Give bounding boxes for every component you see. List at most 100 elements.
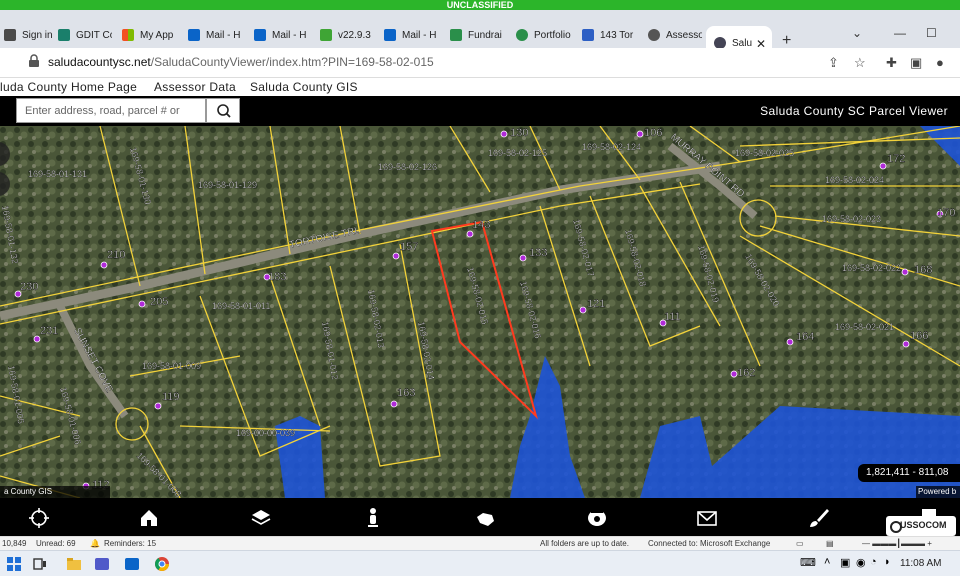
view-reading-icon[interactable]: ▤ [826, 539, 834, 548]
windows-taskbar: ⌨ ˄ ▣ ◉ ◔ ◗ 11:08 AM [0, 550, 960, 576]
parcel-label: 169-58-02-024 [825, 175, 884, 185]
address-label: 133 [529, 247, 547, 259]
url-text[interactable]: saludacountysc.net/SaludaCountyViewer/in… [48, 55, 434, 69]
tab-sign-in[interactable]: Sign in [4, 24, 52, 48]
address-label: 106 [644, 127, 662, 139]
mail-icon[interactable] [696, 507, 718, 529]
address-label: 164 [796, 331, 814, 343]
connection-status: Connected to: Microsoft Exchange [648, 539, 771, 548]
browser-tab-bar: Sign in GDIT Co My App Mail - H Mail - H… [0, 10, 960, 58]
address-label: 162 [737, 367, 755, 379]
address-label: 183 [268, 271, 286, 283]
map-toolbar [0, 498, 960, 536]
search-input[interactable]: Enter address, road, parcel # or [16, 98, 206, 123]
viewer-title: Saluda County SC Parcel Viewer [760, 104, 948, 118]
tab-gdit[interactable]: GDIT Co [58, 24, 112, 48]
globe-icon [648, 29, 660, 42]
url-path: /SaludaCountyViewer/index.htm?PIN=169-58… [150, 55, 434, 69]
tab-portfolio[interactable]: Portfolio [516, 24, 572, 48]
target-icon[interactable] [28, 507, 50, 529]
share-icon[interactable]: ⇪ [828, 55, 839, 71]
person-icon [4, 29, 16, 42]
tray-icon[interactable]: ▣ [840, 556, 850, 569]
parcel-label: 169-58-02-124 [582, 142, 641, 152]
tab-label: GDIT Co [76, 30, 112, 41]
portfolio-icon [516, 29, 528, 42]
coordinate-readout: 1,821,411 - 811,08 [858, 464, 960, 482]
bell-icon: 🔔 [90, 539, 100, 548]
outlook-status-bar: 10,849 Unread: 69 🔔 Reminders: 15 All fo… [0, 536, 960, 550]
gdit-icon [58, 29, 70, 42]
tab-label: Portfolio [534, 30, 571, 41]
keyboard-icon[interactable]: ⌨ [800, 556, 816, 569]
tab-assessor[interactable]: Assesso [648, 24, 702, 48]
extensions-icon[interactable]: ✚ [886, 55, 897, 71]
chrome-icon[interactable] [154, 556, 170, 572]
house-icon [582, 29, 594, 42]
search-icon [217, 104, 231, 118]
tab-fundraiser[interactable]: Fundrai [450, 24, 506, 48]
brush-icon[interactable] [808, 507, 830, 529]
tray-chevron-icon[interactable]: ˄ [824, 556, 830, 568]
outlook-icon[interactable] [124, 556, 140, 572]
tab-mail-1[interactable]: Mail - H [188, 24, 244, 48]
app-icon [320, 29, 332, 42]
sync-status: All folders are up to date. [540, 539, 629, 548]
address-bar[interactable]: saludacountysc.net/SaludaCountyViewer/in… [0, 48, 960, 78]
address-label: 210 [107, 249, 125, 261]
tab-search-icon[interactable]: ⌄ [852, 26, 862, 40]
address-label: 170 [937, 207, 955, 219]
tab-label: My App [140, 30, 174, 41]
plant-icon [450, 29, 462, 42]
windows-start-icon[interactable] [6, 556, 22, 572]
url-host: saludacountysc.net [48, 55, 151, 69]
unread-count: Unread: 69 [36, 539, 76, 548]
star-icon[interactable]: ☆ [854, 55, 866, 71]
layers-icon[interactable] [250, 507, 272, 529]
parcel-map[interactable]: 130 106 172 170 143 157 133 210 183 230 … [0, 126, 960, 498]
tab-143-tortoise[interactable]: 143 Tor [582, 24, 636, 48]
map-canvas[interactable]: 130 106 172 170 143 157 133 210 183 230 … [0, 126, 960, 498]
teams-icon[interactable] [94, 556, 110, 572]
zoom-slider[interactable]: — ▬▬▬┃▬▬▬ + [862, 539, 932, 548]
profile-icon[interactable]: ● [936, 55, 944, 70]
tab-mail-3[interactable]: Mail - H [384, 24, 442, 48]
parcel-label: 169-58-01-011 [212, 301, 270, 311]
tab-my-apps[interactable]: My App [122, 24, 178, 48]
address-label: 172 [887, 153, 905, 165]
system-clock[interactable]: 11:08 AM [900, 558, 942, 569]
person-icon[interactable] [362, 507, 384, 529]
home-icon[interactable] [138, 507, 160, 529]
address-label: 111 [664, 311, 681, 323]
task-view-icon[interactable] [32, 556, 48, 572]
tab-label: Mail - H [272, 30, 307, 41]
view-normal-icon[interactable]: ▭ [796, 539, 804, 548]
address-label: 231 [40, 325, 58, 337]
tab-label: 143 Tor [600, 30, 634, 41]
hand-icon[interactable] [474, 507, 496, 529]
address-label: 230 [20, 281, 38, 293]
tab-label: Assesso [666, 30, 702, 41]
viewer-header: Enter address, road, parcel # or Saluda … [0, 96, 960, 126]
county-gis-link[interactable]: Saluda County GIS [250, 80, 358, 94]
volume-icon[interactable]: ◗ [884, 556, 891, 568]
home-page-link[interactable]: luda County Home Page [0, 80, 137, 94]
lake-water [640, 406, 960, 498]
maximize-button[interactable]: ☐ [926, 26, 937, 40]
tab-version[interactable]: v22.9.3 [320, 24, 376, 48]
tab-mail-2[interactable]: Mail - H [254, 24, 310, 48]
wifi-icon[interactable]: ◔ [870, 556, 877, 568]
reminders-count[interactable]: Reminders: 15 [104, 539, 156, 548]
map-credit-left: a County GIS [0, 486, 110, 498]
outlook-icon [254, 29, 266, 42]
network-icon[interactable]: ◉ [856, 556, 866, 569]
measure-icon[interactable] [586, 507, 608, 529]
file-explorer-icon[interactable] [66, 556, 82, 572]
search-button[interactable] [206, 98, 240, 123]
sidepanel-icon[interactable]: ▣ [910, 55, 922, 71]
parcel-label: 169-58-02-021 [835, 322, 894, 332]
outlook-icon [188, 29, 200, 42]
lock-icon[interactable] [28, 54, 40, 68]
assessor-data-link[interactable]: Assessor Data [154, 80, 236, 94]
minimize-button[interactable]: — [894, 26, 906, 40]
